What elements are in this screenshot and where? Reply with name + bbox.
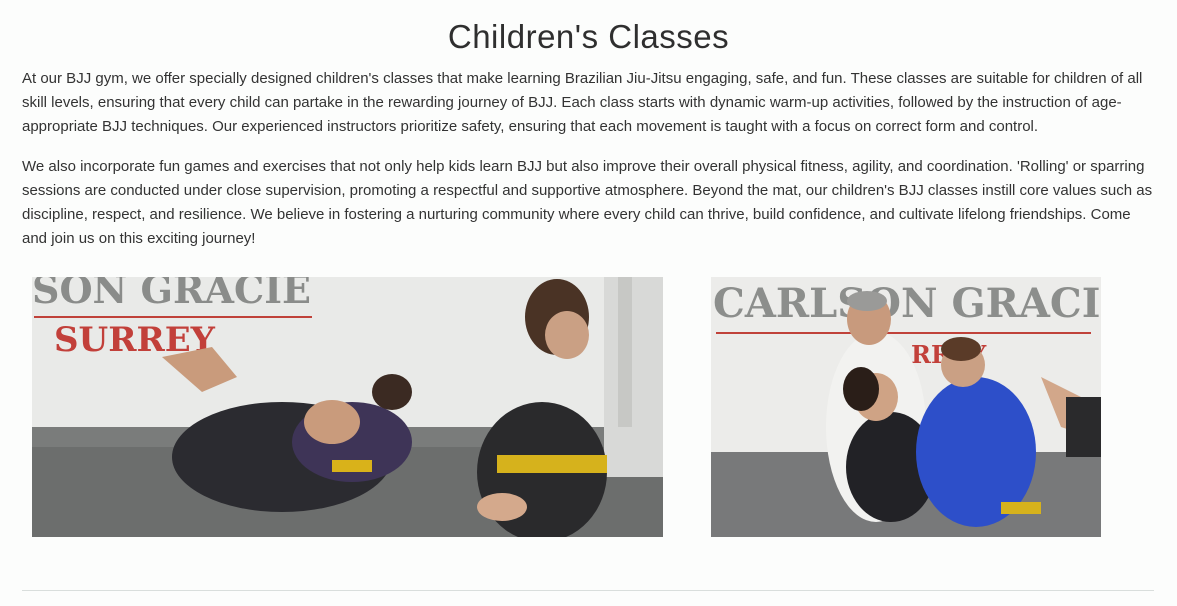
kids-grappling-photo: SON GRACIE SURREY: [32, 277, 663, 537]
section-divider: [22, 590, 1154, 591]
svg-text:CARLSON GRACIE: CARLSON GRACIE: [713, 280, 1101, 327]
instructor-with-kids-photo: CARLSON GRACIE RREY: [711, 277, 1101, 537]
details-paragraph: We also incorporate fun games and exerci…: [22, 158, 1153, 247]
svg-text:SON GRACIE: SON GRACIE: [32, 277, 311, 312]
intro-paragraph: At our BJJ gym, we offer specially desig…: [22, 70, 1143, 135]
section-title: Children's Classes: [447, 18, 730, 55]
